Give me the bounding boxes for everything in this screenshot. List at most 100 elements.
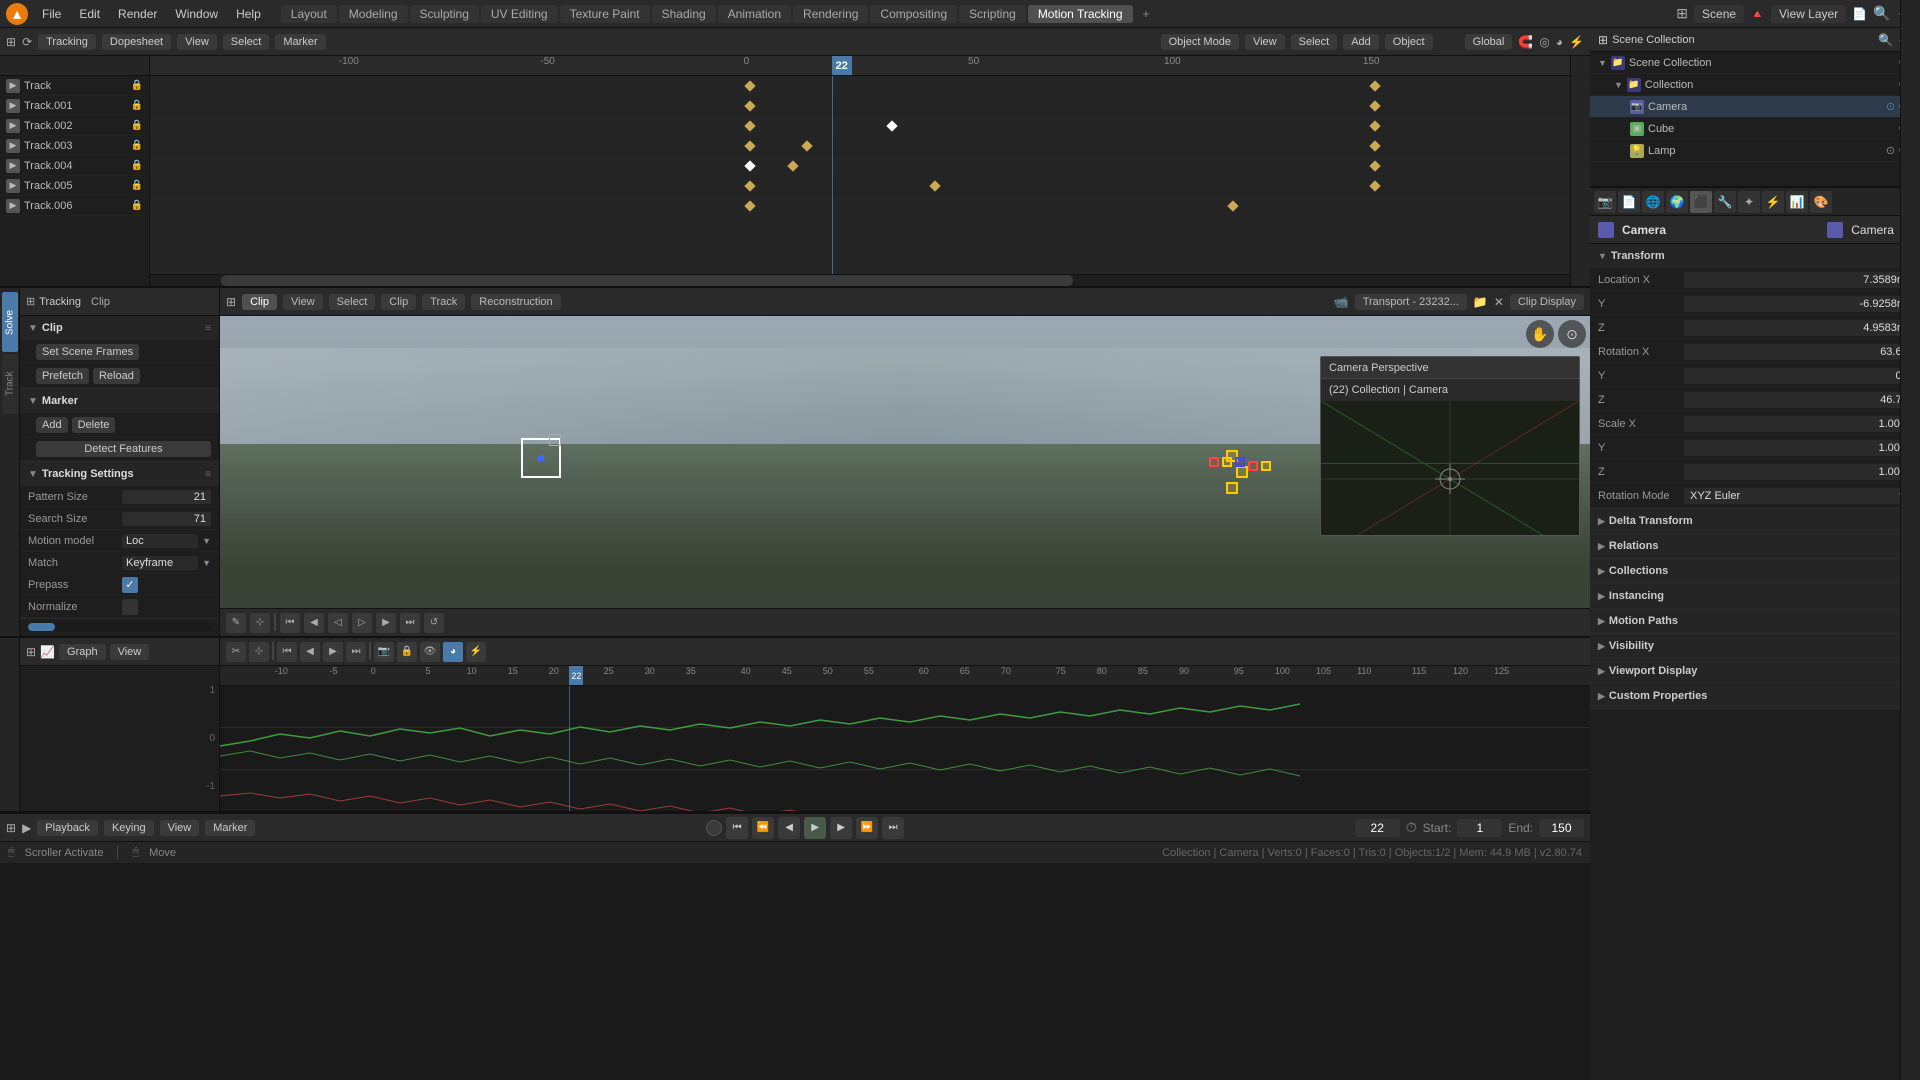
g-icon-1[interactable]: ✂ (226, 642, 246, 662)
track-item-track[interactable]: ▶ Track 🔒 (0, 76, 149, 96)
clip-prev-frame[interactable]: ◀ (304, 613, 324, 633)
search-icon[interactable]: 🔍 (1873, 5, 1890, 22)
viewport-pan-btn[interactable]: ✋ (1526, 320, 1554, 348)
workspace-sculpting[interactable]: Sculpting (410, 5, 479, 23)
loc-x-value[interactable]: 7.3589m (1684, 272, 1912, 288)
workspace-rendering[interactable]: Rendering (793, 5, 868, 23)
collections-title[interactable]: ▶ Collections (1590, 559, 1920, 583)
outliner-lamp[interactable]: 💡 Lamp ⊙ 👁 (1590, 140, 1920, 162)
scene-selector[interactable]: Scene (1694, 5, 1744, 23)
keyframe-1-2[interactable] (1370, 100, 1381, 111)
workspace-motion-tracking[interactable]: Motion Tracking (1028, 5, 1133, 23)
clip-section-options[interactable]: ≡ (205, 323, 211, 334)
ds-marker-menu[interactable]: Marker (275, 34, 325, 50)
rot-mode-select[interactable]: XYZ Euler ▼ (1684, 488, 1912, 504)
keyframe-2-2[interactable] (887, 120, 898, 131)
outliner-camera[interactable]: 📷 Camera ⊙ 👁 (1590, 96, 1920, 118)
relations-title[interactable]: ▶ Relations (1590, 534, 1920, 558)
outliner-search-icon[interactable]: 🔍 (1878, 33, 1893, 47)
keyframe-2-1[interactable] (745, 120, 756, 131)
clip-track-back[interactable]: ◁ (328, 613, 348, 633)
clip-track-fwd[interactable]: ▷ (352, 613, 372, 633)
g-icon-jump-end[interactable]: ⏭ (346, 642, 366, 662)
workspace-shading[interactable]: Shading (652, 5, 716, 23)
current-frame-input[interactable]: 22 (1355, 819, 1400, 837)
transform-section-title[interactable]: ▼ Transform (1590, 244, 1920, 268)
jump-to-end-btn[interactable]: ⏭ (882, 817, 904, 839)
viewport-zoom-btn[interactable]: ⊙ (1558, 320, 1586, 348)
dopesheet-scrollbar[interactable] (150, 274, 1570, 286)
props-data-tab[interactable]: 📊 (1786, 191, 1808, 213)
instancing-title[interactable]: ▶ Instancing (1590, 584, 1920, 608)
search-size-value[interactable]: 71 (122, 512, 211, 526)
track-item-003[interactable]: ▶ Track.003 🔒 (0, 136, 149, 156)
keyframe-4-2[interactable] (787, 160, 798, 171)
snap-icon[interactable]: 🧲 (1518, 35, 1533, 49)
track-item-004[interactable]: ▶ Track.004 🔒 (0, 156, 149, 176)
workspace-animation[interactable]: Animation (718, 5, 791, 23)
props-particles-tab[interactable]: ✦ (1738, 191, 1760, 213)
clip-select-btn[interactable]: Select (329, 294, 376, 310)
record-btn[interactable] (706, 820, 722, 836)
keyframe-0-2[interactable] (1370, 80, 1381, 91)
keyframe-1-1[interactable] (745, 100, 756, 111)
ds-view-btn2[interactable]: View (1245, 34, 1285, 50)
workspace-texture-paint[interactable]: Texture Paint (560, 5, 650, 23)
workspace-scripting[interactable]: Scripting (959, 5, 1026, 23)
start-frame-input[interactable]: 1 (1457, 819, 1502, 837)
marker-b1[interactable] (1235, 457, 1245, 467)
keyframe-6-2[interactable] (1228, 200, 1239, 211)
workspace-compositing[interactable]: Compositing (870, 5, 957, 23)
viewport-shading-icons[interactable]: ◕ (1556, 35, 1563, 49)
scale-x-value[interactable]: 1.000 (1684, 416, 1912, 432)
menu-window[interactable]: Window (167, 5, 226, 23)
track-item-006[interactable]: ▶ Track.006 🔒 (0, 196, 149, 216)
workspace-modeling[interactable]: Modeling (339, 5, 408, 23)
clip-editor-type[interactable]: ⊞ (226, 295, 236, 309)
outliner-cube[interactable]: ▣ Cube 👁 (1590, 118, 1920, 140)
play-btn[interactable]: ▶ (804, 817, 826, 839)
clip-clip-btn[interactable]: Clip (381, 294, 416, 310)
clip-reconstruction-btn[interactable]: Reconstruction (471, 294, 560, 310)
rot-y-value[interactable]: 0° (1684, 368, 1912, 384)
playback-editor-icon[interactable]: ⊞ (6, 821, 16, 835)
marker-delete-btn[interactable]: Delete (72, 417, 116, 433)
clip-tracking-btn[interactable]: Clip (242, 294, 277, 310)
props-scene-tab[interactable]: 🌐 (1642, 191, 1664, 213)
normalize-checkbox[interactable] (122, 599, 138, 615)
props-render-tab[interactable]: 📷 (1594, 191, 1616, 213)
tracking-tab-solve[interactable]: Solve (2, 292, 18, 352)
playback-mode-icon[interactable]: ▶ (22, 821, 31, 835)
keyframe-3-2[interactable] (802, 140, 813, 151)
graph-mode-icon[interactable]: 📈 (40, 645, 55, 659)
transport-close-icon[interactable]: ✕ (1494, 295, 1504, 309)
pattern-size-value[interactable]: 21 (122, 490, 211, 504)
workspace-uv-editing[interactable]: UV Editing (481, 5, 558, 23)
props-physics-tab[interactable]: ⚡ (1762, 191, 1784, 213)
g-icon-filter[interactable]: ⚡ (466, 642, 486, 662)
g-icon-prev[interactable]: ◀ (300, 642, 320, 662)
clip-select-icon[interactable]: ⊹ (250, 613, 270, 633)
loc-z-value[interactable]: 4.9583m (1684, 320, 1912, 336)
keyframe-2-3[interactable] (1370, 120, 1381, 131)
motion-paths-title[interactable]: ▶ Motion Paths (1590, 609, 1920, 633)
ds-mode-icon[interactable]: ⟳ (22, 35, 32, 49)
overlay-icon[interactable]: ◎ (1539, 35, 1549, 49)
object-mode-btn[interactable]: Object Mode (1161, 34, 1239, 50)
outliner-collection[interactable]: ▼ 📁 Collection 👁 (1590, 74, 1920, 96)
clip-section-header[interactable]: ▼ Clip ≡ (20, 316, 219, 340)
keyframe-4-3[interactable] (1370, 160, 1381, 171)
screen-layout-icon[interactable]: ⊞ (1676, 5, 1688, 22)
next-frame-btn[interactable]: ▶ (830, 817, 852, 839)
ds-filter-icon[interactable]: ⚡ (1569, 35, 1584, 49)
view-menu-pb[interactable]: View (160, 820, 200, 836)
tracking-tab-track[interactable]: Track (2, 354, 18, 414)
dopesheet-scrollbar-thumb[interactable] (221, 275, 1073, 286)
props-object-tab[interactable]: ⬛ (1690, 191, 1712, 213)
keyframe-5-1[interactable] (745, 180, 756, 191)
marker-r2[interactable] (1248, 461, 1258, 471)
outliner-scene-collection[interactable]: ▼ 📁 Scene Collection 👁 (1590, 52, 1920, 74)
keyframe-6-1[interactable] (745, 200, 756, 211)
menu-file[interactable]: File (34, 5, 69, 23)
scale-y-value[interactable]: 1.000 (1684, 440, 1912, 456)
